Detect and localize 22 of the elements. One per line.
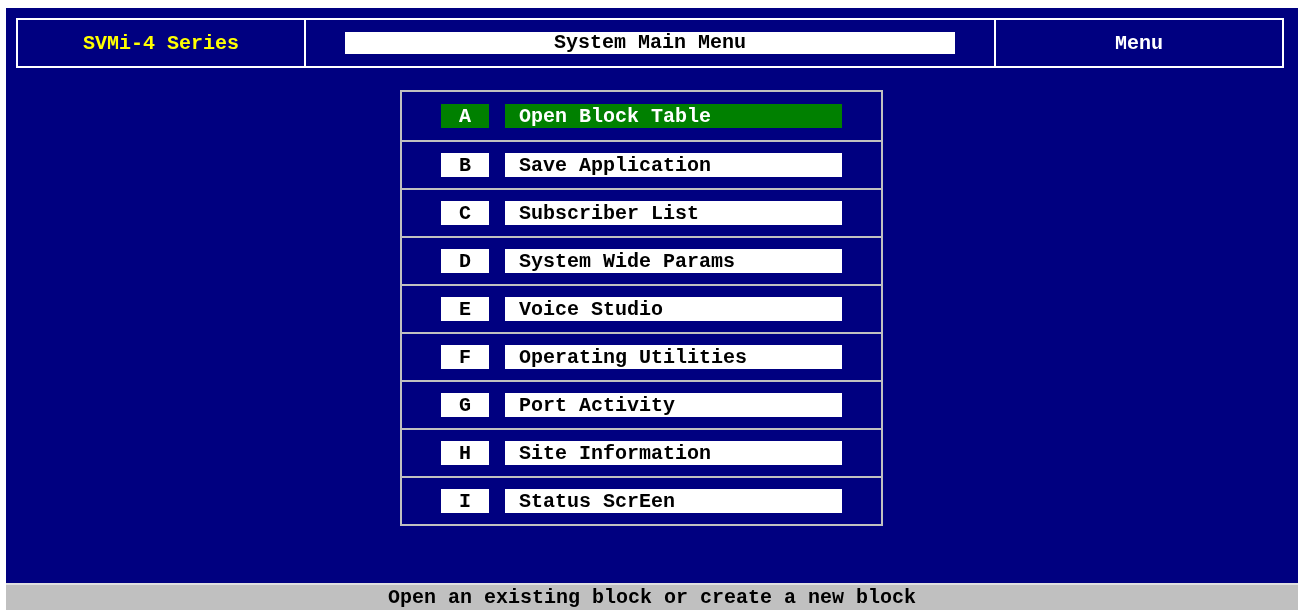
menu-item[interactable]: Open Block Table (505, 104, 842, 128)
menu-item[interactable]: Subscriber List (505, 201, 842, 225)
status-bar: Open an existing block or create a new block (6, 583, 1298, 610)
menu-key[interactable]: D (441, 249, 489, 273)
menu-key[interactable]: F (441, 345, 489, 369)
menu-key[interactable]: I (441, 489, 489, 513)
menu-key[interactable]: E (441, 297, 489, 321)
menu-key[interactable]: G (441, 393, 489, 417)
menu-key[interactable]: H (441, 441, 489, 465)
product-name: SVMi-4 Series (83, 31, 239, 55)
menu-item[interactable]: Port Activity (505, 393, 842, 417)
menu-key[interactable]: C (441, 201, 489, 225)
menu-item[interactable]: Voice Studio (505, 297, 842, 321)
menu-key[interactable]: B (441, 153, 489, 177)
mode-label: Menu (1115, 31, 1163, 55)
menu-item[interactable]: Save Application (505, 153, 842, 177)
menu-item[interactable]: Site Information (505, 441, 842, 465)
screen-title: System Main Menu (345, 32, 955, 54)
menu-item[interactable]: System Wide Params (505, 249, 842, 273)
menu-key[interactable]: A (441, 104, 489, 128)
menu-item[interactable]: Operating Utilities (505, 345, 842, 369)
menu-item[interactable]: Status ScrEen (505, 489, 842, 513)
